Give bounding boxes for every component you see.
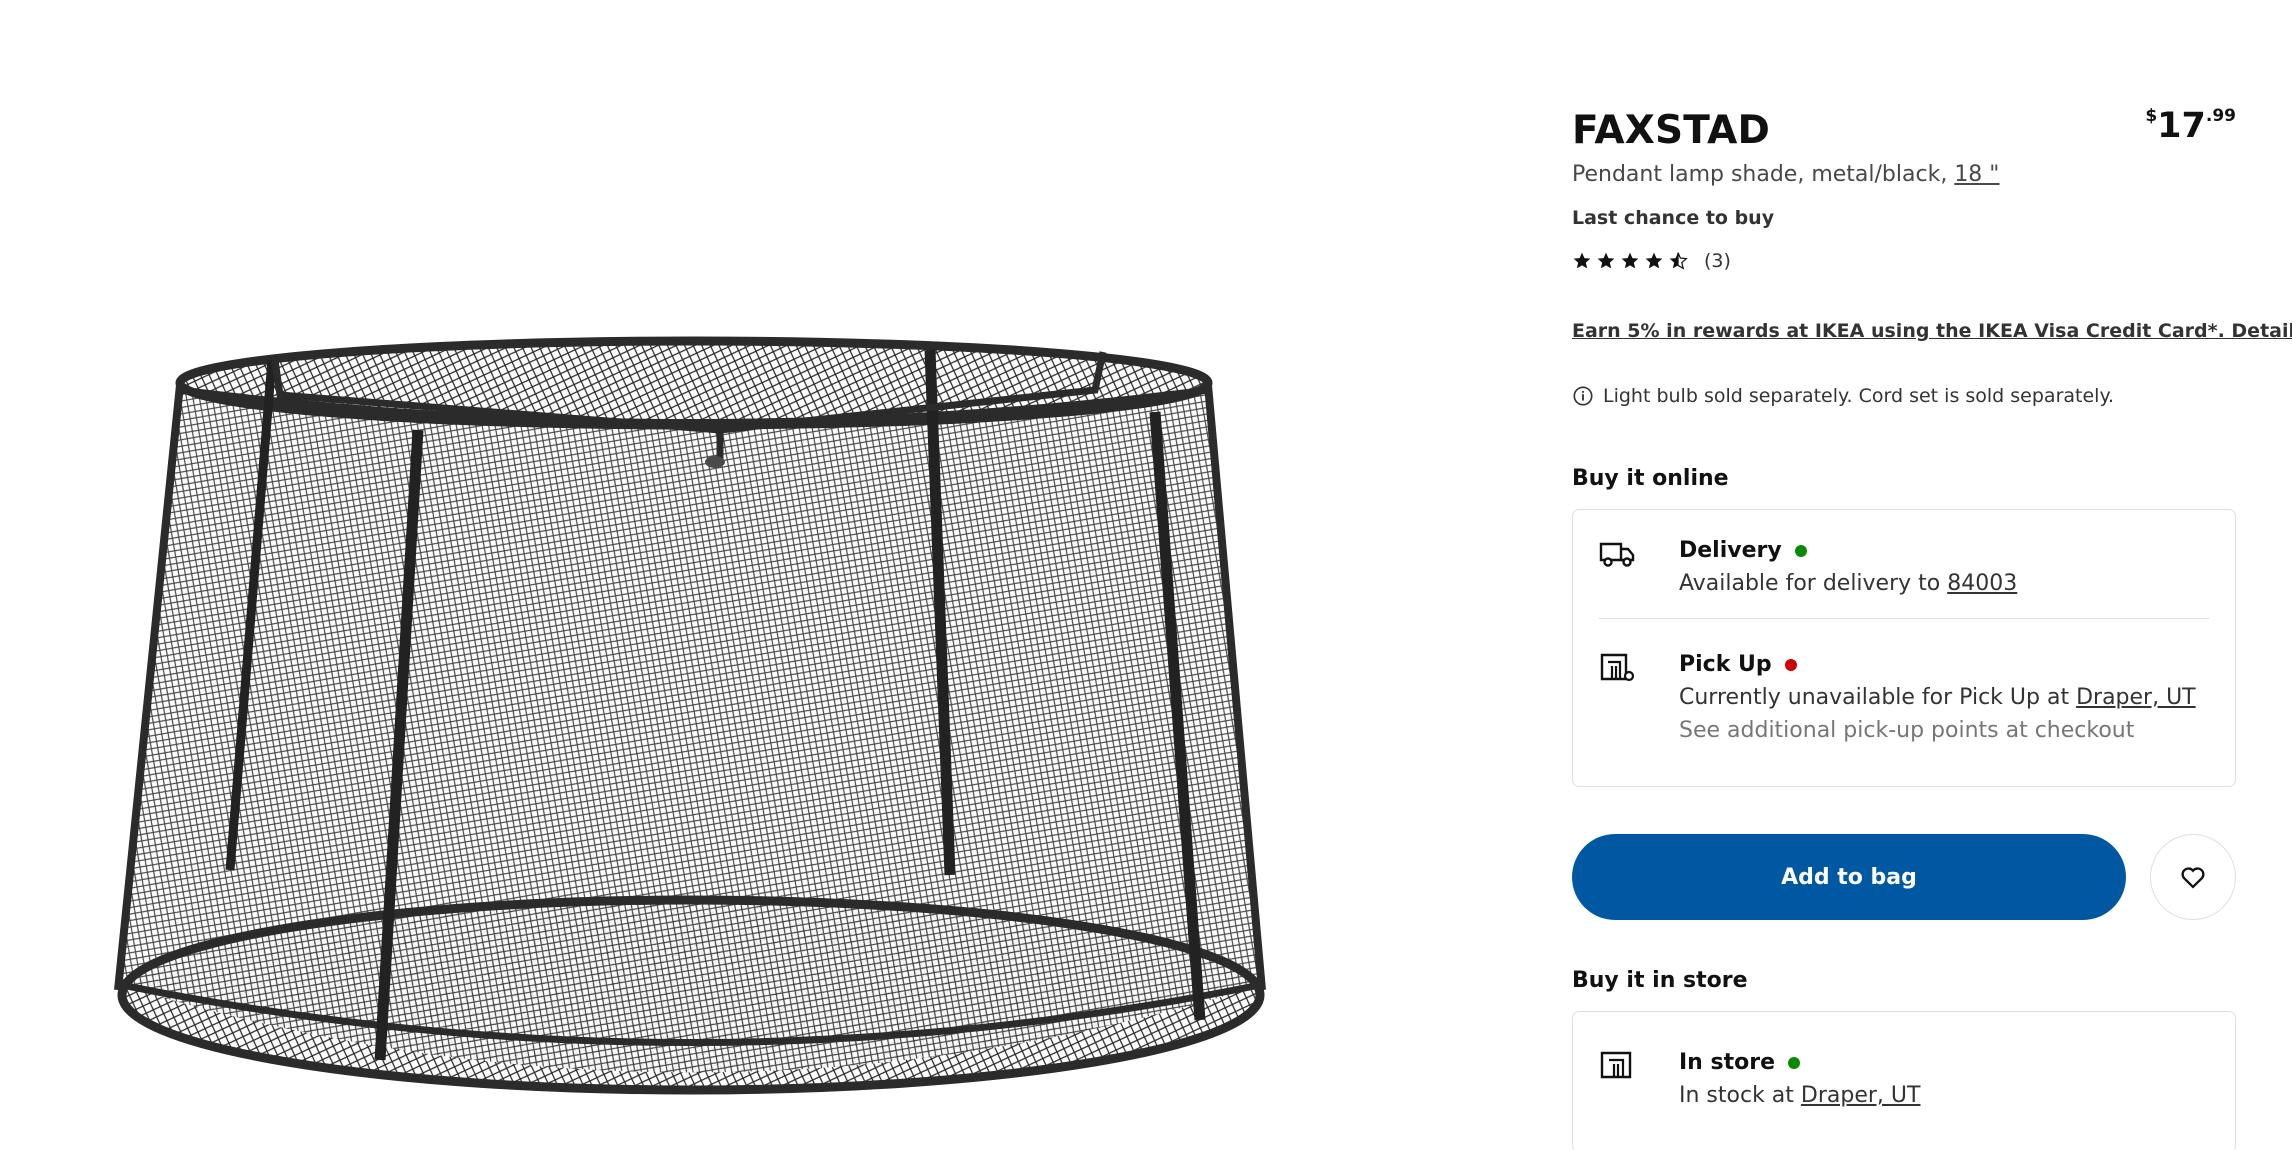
product-name: FAXSTAD [1572,108,1771,153]
buy-in-store-box: In store In stock at Draper, UT [1572,1011,2236,1150]
heart-icon [2181,867,2205,889]
price-integer: 17 [2157,106,2206,146]
lamp-shade-image[interactable] [0,0,1500,1150]
product-image-gallery [0,0,1500,1150]
in-store-availability: In stock at Draper, UT [1679,1083,1920,1108]
delivery-text: Available for delivery to [1679,571,1941,596]
add-to-bag-button[interactable]: Add to bag [1572,834,2126,920]
in-store-heading: In store [1679,1050,1801,1075]
size-link[interactable]: 18 " [1954,162,1999,187]
star-full-icon [1621,252,1639,269]
product-price: $17.99 [2145,106,2236,146]
product-description-text: Pendant lamp shade, metal/black, [1572,162,1948,187]
star-full-icon [1573,252,1591,269]
product-description: Pendant lamp shade, metal/black, 18 " [1572,162,1999,187]
delivery-availability: Available for delivery to 84003 [1679,571,2017,596]
delivery-row[interactable]: Delivery Available for delivery to 84003 [1599,538,2209,608]
last-chance-badge: Last chance to buy [1572,207,1775,229]
star-full-icon [1597,252,1615,269]
price-currency: $ [2145,106,2158,126]
price-decimal: .99 [2205,106,2236,126]
delivery-status-dot [1794,544,1807,557]
in-store-text: In stock at [1679,1083,1794,1108]
buy-online-title: Buy it online [1572,466,1729,491]
truck-icon [1599,542,1635,567]
pickup-note: See additional pick-up points at checkou… [1679,718,2135,743]
delivery-label: Delivery [1679,538,1782,563]
info-icon [1573,386,1593,406]
store-pickup-icon [1600,653,1635,682]
star-full-icon [1645,252,1663,269]
info-note-text: Light bulb sold separately. Cord set is … [1603,385,2115,407]
pickup-row[interactable]: Pick Up Currently unavailable for Pick U… [1599,652,2209,752]
pickup-heading: Pick Up [1679,652,1797,677]
pickup-store-link[interactable]: Draper, UT [2076,685,2196,710]
pickup-availability: Currently unavailable for Pick Up at Dra… [1679,685,2196,710]
favourite-button[interactable] [2150,834,2236,920]
divider [1599,618,2209,619]
buy-online-box: Delivery Available for delivery to 84003… [1572,509,2236,787]
pickup-text: Currently unavailable for Pick Up at [1679,685,2070,710]
rating-count: (3) [1704,250,1731,272]
in-store-store-link[interactable]: Draper, UT [1801,1083,1921,1108]
pickup-label: Pick Up [1679,652,1772,677]
pickup-status-dot [1784,658,1797,671]
product-rating[interactable]: (3) [1572,250,1731,272]
buy-in-store-title: Buy it in store [1572,968,1748,993]
rewards-link[interactable]: Earn 5% in rewards at IKEA using the IKE… [1572,320,2292,342]
rating-stars [1572,251,1688,271]
delivery-heading: Delivery [1679,538,1807,563]
in-store-label: In store [1679,1050,1776,1075]
info-note: Light bulb sold separately. Cord set is … [1572,385,2114,407]
star-half-icon [1669,252,1688,270]
in-store-status-dot [1788,1056,1801,1069]
in-store-row[interactable]: In store In stock at Draper, UT [1599,1050,2209,1120]
product-info-panel: FAXSTAD $17.99 Pendant lamp shade, metal… [1572,0,2292,1150]
store-icon [1600,1051,1632,1079]
delivery-zip-link[interactable]: 84003 [1947,571,2017,596]
